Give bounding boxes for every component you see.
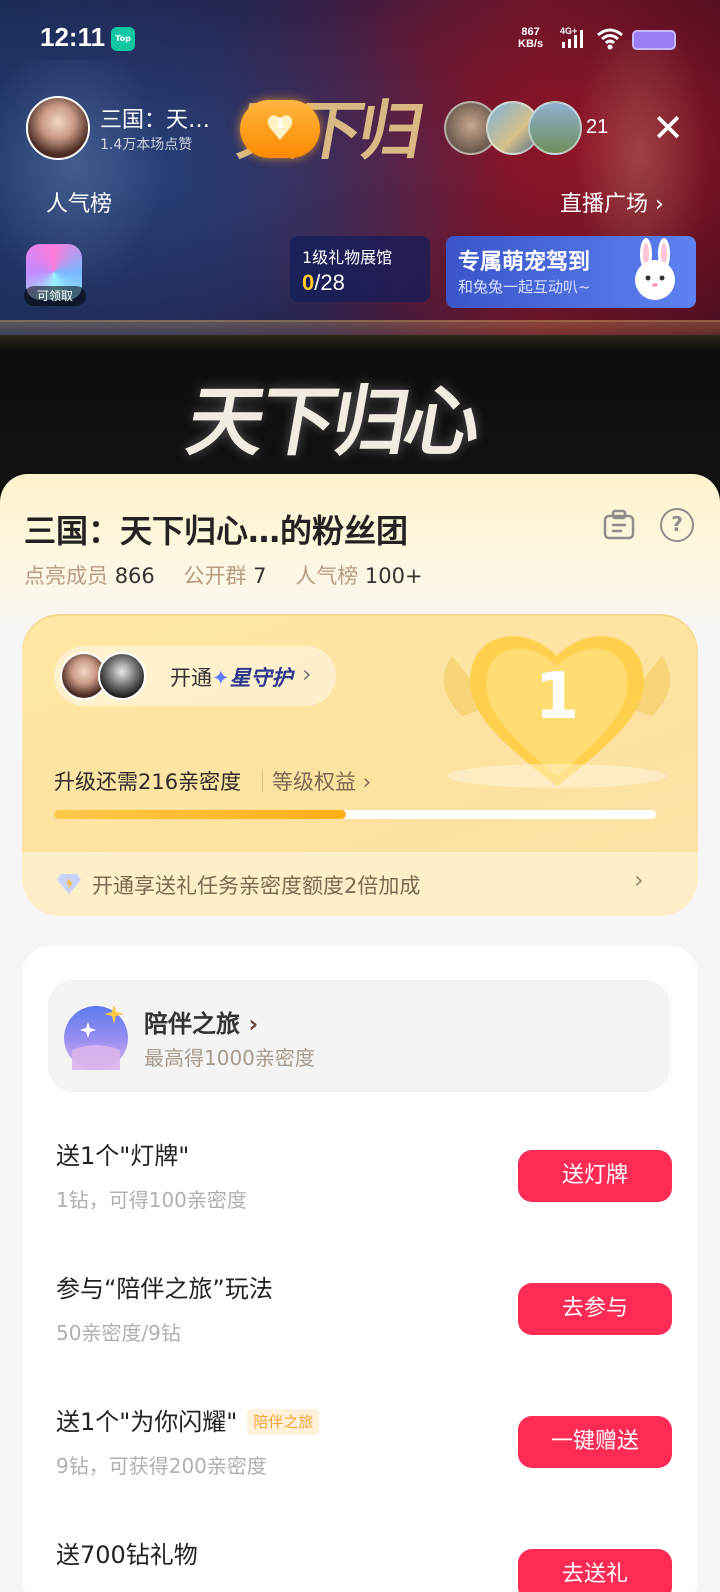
popularity-rank-link[interactable]: 人气榜 bbox=[46, 186, 112, 218]
task-title: 送1个"灯牌" bbox=[56, 1142, 190, 1170]
stream-ornament-band bbox=[0, 320, 720, 350]
journey-title-label: 陪伴之旅 bbox=[144, 1010, 240, 1038]
one-click-gift-button[interactable]: 一键赠送 bbox=[518, 1416, 672, 1468]
guard-label: 开通✦星守护 bbox=[170, 662, 293, 692]
task-subtitle: 1钻，可得100亲密度 bbox=[56, 1188, 247, 1212]
task-card: 陪伴之旅 › 最高得1000亲密度 送1个"灯牌" 1钻，可得100亲密度 送灯… bbox=[22, 946, 698, 1592]
net-speed-unit: KB/s bbox=[518, 38, 544, 50]
task-subtitle: 50亲密度/9钻 bbox=[56, 1321, 181, 1345]
guard-name: 星守护 bbox=[229, 666, 293, 690]
level-number: 1 bbox=[535, 660, 580, 734]
journey-tag: 陪伴之旅 bbox=[247, 1409, 320, 1435]
viewer-count[interactable]: 21 bbox=[586, 116, 608, 139]
task-subtitle: 9钻，可获得200亲密度 bbox=[56, 1454, 267, 1478]
task-row: 送1个"灯牌" 1钻，可得100亲密度 送灯牌 bbox=[22, 1124, 698, 1234]
guard-promo-text[interactable]: 开通享送礼任务亲密度额度2倍加成 bbox=[92, 870, 420, 900]
guard-avatar-2 bbox=[98, 652, 146, 700]
task-row: 送1个"为你闪耀" 陪伴之旅 9钻，可获得200亲密度 一键赠送 bbox=[22, 1390, 698, 1500]
gift-hall-progress: 0/28 bbox=[302, 270, 345, 296]
anchor-avatar[interactable] bbox=[26, 96, 90, 160]
chevron-right-icon: › bbox=[302, 660, 312, 688]
stat-label-members: 点亮成员 bbox=[24, 564, 108, 588]
level-progress-fill bbox=[54, 810, 346, 819]
wifi-icon bbox=[596, 26, 624, 50]
stream-calligraphy-logo: 天下归心 bbox=[181, 377, 485, 466]
task-list-icon[interactable] bbox=[602, 508, 636, 542]
task-title: 参与“陪伴之旅”玩法 bbox=[56, 1275, 273, 1303]
battery-icon bbox=[632, 30, 676, 50]
status-time: 12:11 bbox=[40, 22, 106, 52]
task-row: 送700钻礼物 去送礼 bbox=[22, 1523, 698, 1592]
companion-journey-entry[interactable]: 陪伴之旅 › 最高得1000亲密度 bbox=[48, 980, 670, 1092]
pet-banner-title: 专属萌宠驾到 bbox=[458, 250, 591, 275]
open-star-guard-button[interactable]: 开通✦星守护 › bbox=[54, 646, 336, 706]
fan-club-heart-badge[interactable]: ♥ 1 bbox=[240, 100, 320, 158]
star-icon: ✦ bbox=[212, 666, 230, 690]
send-light-sign-button[interactable]: 送灯牌 bbox=[518, 1150, 672, 1202]
guard-open-prefix: 开通 bbox=[170, 666, 212, 690]
stat-label-rank: 人气榜 bbox=[295, 564, 359, 588]
stat-value-groups: 7 bbox=[253, 564, 267, 588]
fan-level-card: 1 开通✦星守护 › 升级还需216亲密度 等级权益 › 开通享送礼任务亲密度额… bbox=[22, 614, 698, 916]
diamond-icon bbox=[56, 870, 82, 896]
divider bbox=[262, 770, 263, 792]
claim-reward-button[interactable]: 可领取 bbox=[24, 244, 86, 308]
gift-hall-progress-total: /28 bbox=[314, 270, 345, 295]
gift-hall-banner[interactable]: 1级礼物展馆 0/28 bbox=[290, 236, 430, 302]
journey-title: 陪伴之旅 › bbox=[144, 1004, 258, 1039]
level-heart-badge: 1 bbox=[432, 614, 682, 806]
level-upgrade-need: 升级还需216亲密度 bbox=[54, 770, 242, 794]
send-gift-button[interactable]: 去送礼 bbox=[518, 1549, 672, 1592]
stat-label-groups: 公开群 bbox=[183, 564, 247, 588]
net-speed: 867 KB/s bbox=[518, 26, 543, 50]
gift-hall-progress-current: 0 bbox=[302, 270, 315, 295]
fan-badge-level: 1 bbox=[275, 116, 285, 132]
journey-icon bbox=[64, 1004, 128, 1070]
viewer-avatar-3[interactable] bbox=[528, 101, 582, 155]
pet-banner[interactable]: 专属萌宠驾到 和兔兔一起互动叭~ bbox=[446, 236, 696, 308]
task-title: 送1个"为你闪耀" 陪伴之旅 bbox=[56, 1402, 320, 1437]
stat-value-rank: 100+ bbox=[364, 564, 423, 588]
anchor-name: 三国：天… bbox=[100, 108, 211, 133]
chevron-right-icon: › bbox=[655, 192, 664, 217]
anchor-likes: 1.4万本场点赞 bbox=[100, 137, 193, 153]
close-icon[interactable]: ✕ bbox=[648, 108, 688, 148]
chevron-right-icon: › bbox=[248, 1010, 259, 1038]
fan-club-sheet: 三国：天下归心…的粉丝团 ? 点亮成员 866 公开群 7 人气榜 100+ 1 bbox=[0, 474, 720, 1592]
chevron-right-icon: › bbox=[362, 770, 372, 794]
chevron-right-icon[interactable]: › bbox=[634, 866, 644, 894]
pet-banner-subtitle: 和兔兔一起互动叭~ bbox=[458, 278, 591, 296]
join-journey-button[interactable]: 去参与 bbox=[518, 1283, 672, 1335]
bunny-icon bbox=[622, 238, 688, 304]
anchor-info[interactable]: 三国：天… 1.4万本场点赞 bbox=[26, 96, 241, 160]
signal-icon: 4G+ bbox=[560, 26, 588, 50]
stat-value-members: 866 bbox=[114, 564, 155, 588]
level-benefits-link[interactable]: 等级权益 › bbox=[272, 766, 371, 796]
network-type: 4G+ bbox=[560, 26, 577, 36]
level-progress-bar bbox=[54, 810, 656, 819]
journey-subtitle: 最高得1000亲密度 bbox=[144, 1046, 315, 1070]
live-plaza-link[interactable]: 直播广场 › bbox=[560, 186, 664, 218]
task-row: 参与“陪伴之旅”玩法 50亲密度/9钻 去参与 bbox=[22, 1257, 698, 1367]
task-title: 送700钻礼物 bbox=[56, 1541, 198, 1569]
help-icon[interactable]: ? bbox=[660, 508, 694, 542]
live-plaza-label: 直播广场 bbox=[560, 192, 649, 217]
claim-label: 可领取 bbox=[24, 286, 86, 306]
level-benefits-label: 等级权益 bbox=[272, 770, 356, 794]
fan-club-title: 三国：天下归心…的粉丝团 bbox=[24, 512, 409, 550]
status-bar: 12:11 Top 867 KB/s 4G+ bbox=[0, 0, 720, 76]
net-speed-value: 867 bbox=[521, 26, 540, 38]
gift-hall-title: 1级礼物展馆 bbox=[302, 248, 393, 267]
fan-club-stats: 点亮成员 866 公开群 7 人气榜 100+ bbox=[24, 560, 445, 590]
task-title-text: 送1个"为你闪耀" bbox=[56, 1408, 238, 1436]
top-app-badge: Top bbox=[111, 27, 135, 51]
